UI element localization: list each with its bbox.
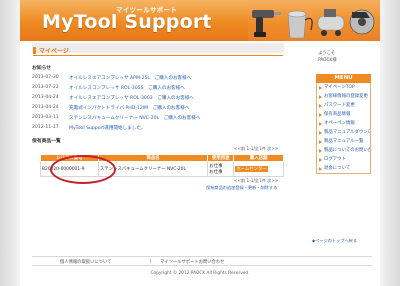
back-to-top-link[interactable]: ◆ページのトップへ戻る [312, 238, 357, 244]
contact-link[interactable]: マイツールサポートお問い合わせ [160, 259, 224, 265]
footer-separator: | [150, 259, 152, 264]
prev-link[interactable]: <<前 [234, 146, 247, 151]
next-link[interactable]: 次>> [266, 178, 278, 183]
news-item[interactable]: 2013-07-22 オイルレスコンプレッサ ROL-305S ご購入のお客様へ [32, 83, 282, 93]
page-title: マイページ [39, 48, 69, 55]
news-link[interactable]: MyTool Support運用開始しました。 [69, 125, 146, 131]
sidebar: ようこそ PAOCK様 MENU マイページTOP お客様情報の登録変更 パスワ… [316, 50, 371, 174]
left-page-shadow [0, 0, 20, 286]
page-count: 1-1/全1件 [246, 178, 266, 183]
tools-illustration [248, 0, 380, 41]
page-count: 1-1/全1件 [246, 146, 266, 151]
usage-cell: お仕事 お仕事 [207, 161, 235, 177]
prev-link[interactable]: <<前 [234, 178, 247, 183]
news-link[interactable]: 充電式インパクトドライバ PHD-12IM ご購入のお客様へ [69, 105, 189, 111]
menu-list: マイページTOP お客様情報の登録変更 パスワード変更 保有商品情報 オペーペン… [316, 83, 371, 174]
menu-item-password[interactable]: パスワード変更 [317, 101, 370, 110]
site-logo[interactable]: MyTool Support [42, 11, 212, 33]
menu-item-manual-download[interactable]: 製品マニュアルダウンロード [317, 128, 370, 137]
news-heading: お知らせ [32, 66, 52, 71]
menu-item-customer-info[interactable]: お客様情報の登録変更 [317, 92, 370, 101]
news-date: 2013-03-11 [32, 115, 59, 120]
menu-title: MENU [316, 74, 371, 83]
menu-item-manual-list[interactable]: 製品マニュアル一覧 [317, 137, 370, 146]
welcome-text: ようこそ [318, 51, 336, 56]
privacy-link[interactable]: 個人情報の取扱いについて [60, 259, 111, 265]
news-link[interactable]: ステンレスバキュームクリーナー NVC-20L ご購入のお客様へ [69, 115, 200, 121]
news-item[interactable]: 2013-03-11 ステンレスバキュームクリーナー NVC-20L ご購入のお… [32, 113, 282, 123]
title-marker [33, 47, 36, 54]
menu-item-mypage-top[interactable]: マイページTOP [317, 83, 370, 92]
menu-item-logout[interactable]: ログアウト [317, 155, 370, 164]
products-heading: 保有商品一覧 [32, 139, 61, 144]
circular-saw-icon [349, 9, 375, 35]
news-item[interactable]: 2012-11-17 MyTool Support運用開始しました。 [32, 123, 282, 133]
pagination-top: <<前 1-1/全1件 次>> [234, 146, 278, 152]
news-date: 2013-04-24 [32, 95, 59, 100]
column-header-usage: 使用用途 [207, 154, 235, 162]
news-list: 2013-07-30 オイルレスエアコンプレッサ APM-25L ご購入のお客様… [32, 73, 282, 133]
user-box: ようこそ PAOCK様 [316, 50, 371, 74]
news-item[interactable]: 2013-04-24 充電式インパクトドライバ PHD-12IM ご購入のお客様… [32, 103, 282, 113]
menu-item-withdraw[interactable]: 退会について [317, 164, 370, 173]
store-badge: ホームセンター [235, 166, 268, 172]
news-item[interactable]: 2013-04-24 オイルレスエアコンプレッサ ROL-3003 ご購入のお客… [32, 93, 282, 103]
news-link[interactable]: オイルレスコンプレッサ ROL-305S ご購入のお客様へ [69, 85, 185, 91]
news-date: 2013-07-30 [32, 75, 59, 80]
store-cell: ホームセンター [233, 161, 284, 177]
next-link[interactable]: 次>> [266, 146, 278, 151]
news-date: 2012-11-17 [32, 125, 59, 130]
menu-item-owned-products[interactable]: 保有商品情報 [317, 110, 370, 119]
right-page-shadow [380, 0, 400, 286]
edit-products-link[interactable]: 保有商品の追加登録・更新・削除する [206, 185, 277, 191]
footer-links: 個人情報の取扱いについて | マイツールサポートお問い合わせ [32, 256, 372, 266]
news-item[interactable]: 2013-07-30 オイルレスエアコンプレッサ APM-25L ご購入のお客様… [32, 73, 282, 83]
highlight-circle [50, 155, 116, 184]
news-date: 2013-07-22 [32, 85, 59, 90]
user-name: PAOCK様 [318, 58, 337, 63]
usage-line: お仕事 [209, 170, 223, 175]
news-link[interactable]: オイルレスエアコンプレッサ ROL-3003 ご購入のお客様へ [69, 95, 194, 101]
page-title-bar: マイページ [33, 45, 283, 56]
copyright: Copyright © 2012 PAOCK All Rights Reserv… [150, 271, 250, 276]
column-header-store: 購入店舗 [233, 154, 284, 162]
news-date: 2013-04-24 [32, 105, 59, 110]
page-frame: マイツールサポート MyTool Support マイページ お知らせ 2013… [20, 0, 380, 286]
site-header: マイツールサポート MyTool Support [20, 0, 380, 41]
menu-item-campaign[interactable]: オペーペン情報 [317, 119, 370, 128]
news-link[interactable]: オイルレスエアコンプレッサ APM-25L ご購入のお客様へ [69, 75, 191, 81]
column-header-product: 商品名 [97, 154, 209, 162]
pagination-bottom: <<前 1-1/全1件 次>> [234, 178, 278, 184]
menu-item-product-inquiry[interactable]: 製品についてのお問い合わせ [317, 146, 370, 155]
